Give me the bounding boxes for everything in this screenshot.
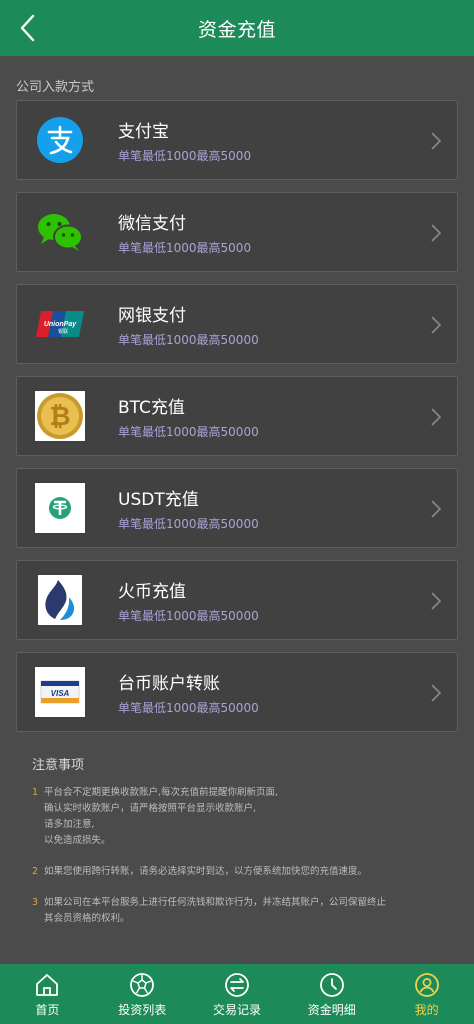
chevron-right-icon [431, 592, 442, 610]
method-name: BTC充值 [118, 398, 185, 418]
payment-method-bank-transfer[interactable]: VISA 台币账户转账 单笔最低1000最高50000 [16, 652, 458, 732]
tab-transactions[interactable]: 交易记录 [190, 964, 285, 1024]
alipay-icon [35, 115, 85, 165]
tab-profile[interactable]: 我的 [379, 964, 474, 1024]
svg-text:银联: 银联 [58, 328, 68, 335]
payment-method-alipay[interactable]: 支付宝 单笔最低1000最高5000 [16, 100, 458, 180]
notice-item: 1 平台会不定期更换收款账户,每次充值前提醒你刷新页面, 确认实时收款账户，请严… [32, 785, 442, 849]
chevron-right-icon [431, 132, 442, 150]
tab-label: 首页 [35, 1003, 60, 1017]
notice-title: 注意事项 [32, 758, 85, 773]
method-name: 支付宝 [118, 122, 169, 142]
notice-line: 确认实时收款账户，请严格按照平台显示收款账户, [44, 803, 257, 814]
method-limit: 单笔最低1000最高50000 [118, 701, 259, 715]
bitcoin-icon: ₿ [35, 391, 85, 441]
notice-line: 其会员资格的权利。 [44, 913, 130, 924]
payment-method-list: 支付宝 单笔最低1000最高5000 微信支付 单笔最低1000最高5000 U… [16, 100, 458, 744]
method-limit: 单笔最低1000最高50000 [118, 425, 259, 439]
svg-text:UnionPay: UnionPay [44, 321, 77, 328]
tab-investment-list[interactable]: 投资列表 [95, 964, 190, 1024]
chevron-right-icon [431, 684, 442, 702]
notice-item: 2 如果您使用跨行转账，请务必选择实时到达，以方便系统加快您的充值速度。 [32, 864, 442, 880]
chevron-right-icon [431, 224, 442, 242]
payment-method-wechat[interactable]: 微信支付 单笔最低1000最高5000 [16, 192, 458, 272]
chevron-right-icon [431, 408, 442, 426]
tab-fund-details[interactable]: 资金明细 [284, 964, 379, 1024]
notice-line: 请多加注意, [44, 819, 95, 830]
notice-line: 以免造成损失。 [44, 835, 111, 846]
unionpay-icon: UnionPay 银联 [35, 299, 85, 349]
notice-section: 注意事项 1 平台会不定期更换收款账户,每次充值前提醒你刷新页面, 确认实时收款… [32, 754, 442, 940]
svg-text:₿: ₿ [49, 402, 70, 432]
tab-label: 资金明细 [307, 1003, 356, 1017]
method-name: USDT充值 [118, 490, 199, 510]
user-icon [414, 973, 439, 997]
payment-method-unionpay[interactable]: UnionPay 银联 网银支付 单笔最低1000最高50000 [16, 284, 458, 364]
soccer-ball-icon [130, 973, 155, 997]
method-name: 火币充值 [118, 582, 186, 602]
chevron-left-icon [20, 14, 35, 42]
notice-number: 1 [32, 787, 39, 798]
notice-line: 平台会不定期更换收款账户,每次充值前提醒你刷新页面, [44, 787, 279, 798]
huobi-icon [35, 575, 85, 625]
notice-number: 3 [32, 897, 39, 908]
bottom-tab-bar: 首页 投资列表 交易记录 资金明细 我的 [0, 964, 474, 1024]
top-bar: 资金充值 [0, 0, 474, 56]
method-name: 台币账户转账 [118, 674, 220, 694]
chevron-right-icon [431, 316, 442, 334]
payment-method-btc[interactable]: ₿ BTC充值 单笔最低1000最高50000 [16, 376, 458, 456]
method-limit: 单笔最低1000最高5000 [118, 149, 252, 163]
main-content: 公司入款方式 支付宝 单笔最低1000最高5000 微信支付 单笔最低1000最… [0, 56, 474, 964]
notice-item: 3 如果公司在本平台服务上进行任何洗钱和欺诈行为，并冻结其账户，公司保留终止 其… [32, 895, 442, 927]
tab-home[interactable]: 首页 [0, 964, 95, 1024]
method-limit: 单笔最低1000最高5000 [118, 241, 252, 255]
exchange-icon [225, 973, 249, 997]
tether-icon [35, 483, 85, 533]
method-limit: 单笔最低1000最高50000 [118, 333, 259, 347]
clock-icon [319, 973, 344, 997]
tab-label: 我的 [414, 1003, 439, 1017]
tab-label: 投资列表 [118, 1003, 167, 1017]
home-icon [36, 974, 59, 996]
chevron-right-icon [431, 500, 442, 518]
tab-label: 交易记录 [212, 1003, 261, 1017]
method-limit: 单笔最低1000最高50000 [118, 609, 259, 623]
back-button[interactable] [8, 8, 48, 48]
method-name: 微信支付 [118, 214, 186, 234]
notice-line: 如果您使用跨行转账，请务必选择实时到达，以方便系统加快您的充值速度。 [44, 866, 368, 877]
method-limit: 单笔最低1000最高50000 [118, 517, 259, 531]
payment-method-huobi[interactable]: 火币充值 单笔最低1000最高50000 [16, 560, 458, 640]
svg-text:VISA: VISA [51, 689, 70, 698]
page-title: 资金充值 [197, 18, 276, 41]
notice-line: 如果公司在本平台服务上进行任何洗钱和欺诈行为，并冻结其账户，公司保留终止 [44, 897, 387, 908]
method-name: 网银支付 [118, 306, 186, 326]
section-title: 公司入款方式 [16, 80, 95, 95]
notice-number: 2 [32, 866, 39, 877]
wechat-icon [35, 207, 85, 257]
payment-method-usdt[interactable]: USDT充值 单笔最低1000最高50000 [16, 468, 458, 548]
visa-icon: VISA [35, 667, 85, 717]
